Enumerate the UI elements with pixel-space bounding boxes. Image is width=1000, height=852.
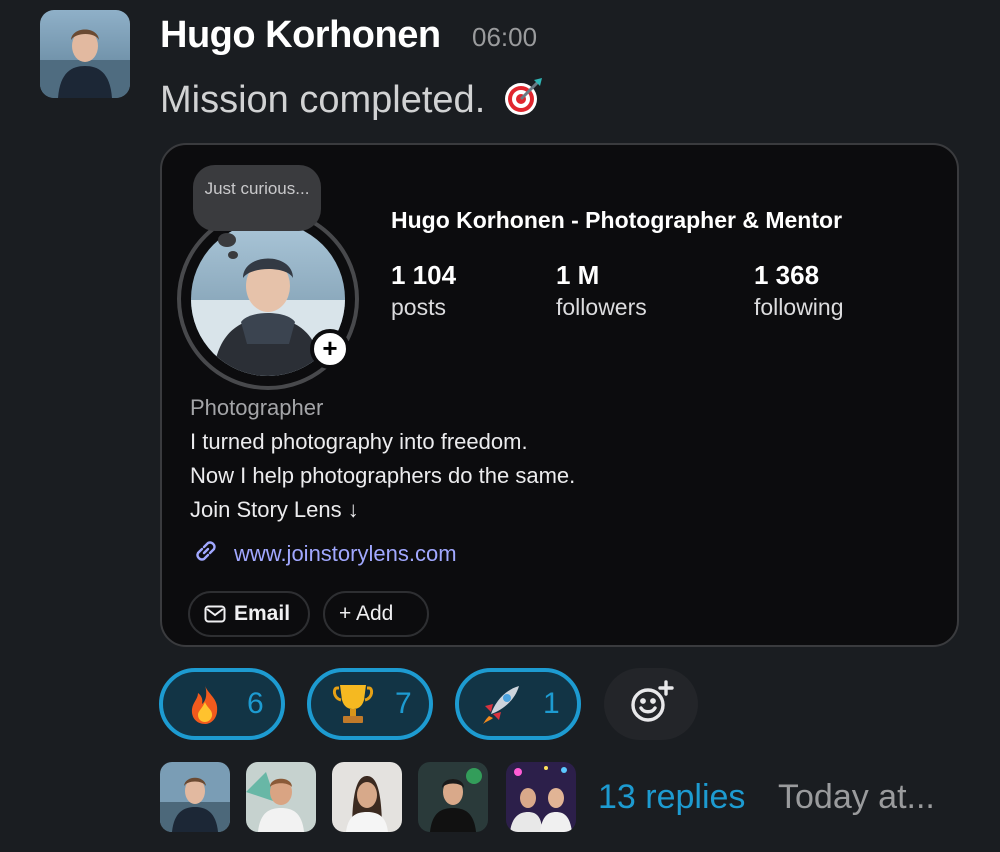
stat-value: 1 104 <box>391 260 457 290</box>
trophy-icon <box>331 682 375 726</box>
bio-line: Join Story Lens ↓ <box>190 497 359 522</box>
stat-followers: 1 M followers <box>556 259 647 323</box>
direct-hit-target-icon <box>502 76 544 118</box>
reaction-rocket[interactable]: 1 <box>455 668 581 740</box>
reaction-trophy[interactable]: 7 <box>307 668 433 740</box>
profile-screenshot-card[interactable]: Just curious... + Hugo Korhonen - Photog… <box>160 143 959 647</box>
thought-bubble-dot <box>218 233 236 247</box>
fire-icon <box>183 682 227 726</box>
thought-bubble: Just curious... <box>193 165 321 231</box>
message-text: Mission completed. <box>160 76 544 122</box>
reaction-count: 1 <box>543 687 560 720</box>
message-timestamp[interactable]: 06:00 <box>472 22 537 53</box>
stat-label: following <box>754 294 844 320</box>
stat-label: posts <box>391 294 446 320</box>
add-button[interactable]: + Add <box>323 591 429 637</box>
reaction-fire[interactable]: 6 <box>159 668 285 740</box>
reply-avatar[interactable] <box>160 762 230 832</box>
add-button-label: + Add <box>339 602 394 625</box>
bio-category: Photographer <box>190 395 324 420</box>
stat-following: 1 368 following <box>754 259 844 323</box>
stat-value: 1 M <box>556 260 600 290</box>
add-story-icon[interactable]: + <box>310 329 350 369</box>
add-reaction-button[interactable] <box>604 668 698 740</box>
reaction-count: 6 <box>247 687 264 720</box>
bio-line: I turned photography into freedom. <box>190 429 528 454</box>
rocket-icon <box>479 682 523 726</box>
thought-bubble-dot <box>228 251 238 259</box>
mail-icon <box>204 605 226 623</box>
profile-link[interactable]: www.joinstorylens.com <box>190 535 457 572</box>
reaction-count: 7 <box>395 687 412 720</box>
email-button-label: Email <box>234 602 291 625</box>
stat-value: 1 368 <box>754 260 820 290</box>
message-author[interactable]: Hugo Korhonen <box>160 14 441 57</box>
thread-last-reply-time[interactable]: Today at... <box>778 778 935 817</box>
reply-avatar[interactable] <box>506 762 576 832</box>
reply-avatar[interactable] <box>418 762 488 832</box>
bio-line: Now I help photographers do the same. <box>190 463 576 488</box>
stat-posts: 1 104 posts <box>391 259 456 323</box>
email-button[interactable]: Email <box>188 591 310 637</box>
message-text-content: Mission completed. <box>160 79 486 121</box>
thread-replies-link[interactable]: 13 replies <box>598 778 745 817</box>
reply-avatar[interactable] <box>246 762 316 832</box>
add-emoji-icon <box>626 677 676 732</box>
profile-bio: Photographer I turned photography into f… <box>190 391 890 527</box>
link-icon <box>190 535 222 572</box>
reply-avatar[interactable] <box>332 762 402 832</box>
link-url[interactable]: www.joinstorylens.com <box>234 541 457 567</box>
stat-label: followers <box>556 294 647 320</box>
profile-name: Hugo Korhonen - Photographer & Mentor <box>391 207 843 233</box>
author-avatar[interactable] <box>40 10 130 98</box>
